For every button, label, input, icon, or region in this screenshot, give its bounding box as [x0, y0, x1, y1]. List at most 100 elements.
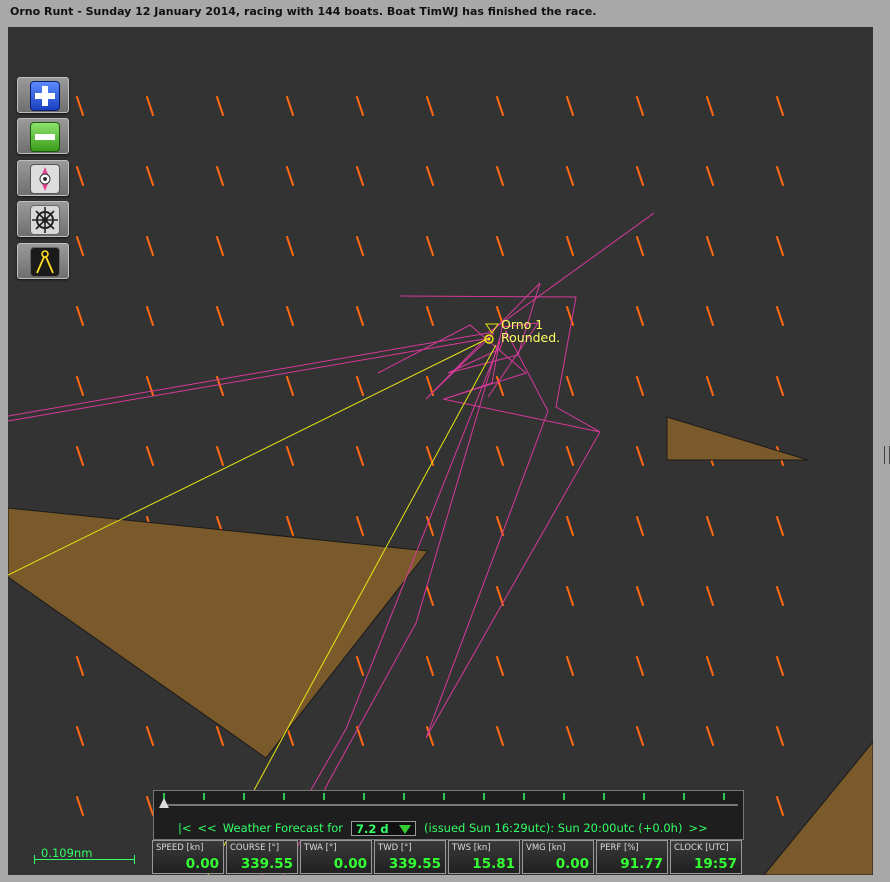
- stat-value: 0.00: [555, 856, 589, 872]
- divider-compass-icon: [30, 247, 60, 277]
- wind-arrow: [566, 586, 574, 606]
- wind-arrow: [216, 446, 224, 466]
- timeline-slider-handle[interactable]: [159, 798, 169, 808]
- wind-arrow: [76, 166, 84, 186]
- wind-arrow: [146, 726, 154, 746]
- wind-arrow: [776, 726, 784, 746]
- stat-value: 91.77: [620, 856, 663, 872]
- wind-arrow: [706, 236, 714, 256]
- forecast-panel: |< << Weather Forecast for 7.2 d (issued…: [153, 790, 744, 840]
- stat-label: TWD [°]: [378, 843, 412, 853]
- plus-icon: [30, 81, 60, 111]
- wind-arrow: [636, 306, 644, 326]
- wind-arrow: [426, 306, 434, 326]
- wind-arrow: [706, 516, 714, 536]
- forecast-prev-button[interactable]: <<: [198, 821, 217, 835]
- wind-arrow: [776, 376, 784, 396]
- forecast-select-value: 7.2 d: [356, 821, 389, 836]
- panel-resize-handle[interactable]: [884, 446, 890, 464]
- wind-arrow: [496, 516, 504, 536]
- stat-label: PERF [%]: [600, 843, 639, 853]
- wind-arrow: [496, 446, 504, 466]
- stat-tws: TWS [kn] 15.81: [448, 840, 520, 874]
- zoom-in-button[interactable]: [17, 77, 69, 113]
- zoom-out-button[interactable]: [17, 118, 69, 154]
- wind-arrow: [496, 726, 504, 746]
- wind-arrow: [776, 516, 784, 536]
- wind-arrow: [146, 96, 154, 116]
- wind-arrow: [356, 236, 364, 256]
- wind-arrow: [216, 726, 224, 746]
- wind-arrow: [286, 166, 294, 186]
- measure-button[interactable]: [17, 243, 69, 279]
- wind-arrow: [216, 306, 224, 326]
- wind-arrow: [216, 236, 224, 256]
- stat-label: TWS [kn]: [452, 843, 491, 853]
- wind-arrow: [356, 306, 364, 326]
- forecast-select[interactable]: 7.2 d: [351, 820, 417, 836]
- timeline-track[interactable]: [162, 804, 738, 806]
- wind-arrow: [776, 796, 784, 816]
- wind-arrow: [146, 236, 154, 256]
- wind-arrow: [356, 656, 364, 676]
- wind-arrow: [636, 586, 644, 606]
- wind-arrow: [146, 166, 154, 186]
- wind-arrow: [76, 796, 84, 816]
- wind-arrow: [76, 236, 84, 256]
- stat-label: VMG [kn]: [526, 843, 566, 853]
- mark-status-label: Rounded.: [501, 330, 561, 345]
- wind-arrow: [286, 516, 294, 536]
- stat-value: 339.55: [388, 856, 441, 872]
- wind-arrow: [636, 726, 644, 746]
- wind-arrow: [566, 446, 574, 466]
- wind-arrow: [426, 166, 434, 186]
- wind-arrow: [496, 166, 504, 186]
- wind-arrow: [636, 376, 644, 396]
- wind-arrow: [146, 306, 154, 326]
- center-boat-button[interactable]: [17, 160, 69, 196]
- wind-arrow: [566, 376, 574, 396]
- wind-arrow: [76, 376, 84, 396]
- stat-clock: CLOCK [UTC] 19:57: [670, 840, 742, 874]
- wind-arrow: [706, 166, 714, 186]
- land-island: [666, 416, 809, 461]
- wind-arrow: [216, 166, 224, 186]
- wind-arrow: [76, 656, 84, 676]
- stat-label: CLOCK [UTC]: [674, 843, 729, 853]
- timeline-ticks: [163, 793, 725, 800]
- stat-twd: TWD [°] 339.55: [374, 840, 446, 874]
- map-canvas[interactable]: Orno 1 Rounded. 0.109nm |< << Weather Fo…: [8, 27, 873, 875]
- wind-arrow: [636, 656, 644, 676]
- stat-value: 0.00: [185, 856, 219, 872]
- wind-arrow: [706, 96, 714, 116]
- wind-arrow: [216, 96, 224, 116]
- wind-arrow: [566, 166, 574, 186]
- stat-label: SPEED [kn]: [156, 843, 204, 853]
- helm-button[interactable]: [17, 201, 69, 237]
- wind-arrow: [426, 656, 434, 676]
- wind-arrow: [426, 236, 434, 256]
- stat-label: COURSE [°]: [230, 843, 280, 853]
- forecast-next-button[interactable]: >>: [688, 821, 707, 835]
- dropdown-arrow-icon: [399, 824, 412, 834]
- stat-value: 19:57: [694, 856, 737, 872]
- wind-arrow: [776, 166, 784, 186]
- wind-arrow: [706, 376, 714, 396]
- wind-arrow: [566, 656, 574, 676]
- stat-value: 339.55: [240, 856, 293, 872]
- window-title: Orno Runt - Sunday 12 January 2014, raci…: [10, 5, 597, 18]
- forecast-first-button[interactable]: |<: [178, 821, 192, 835]
- wind-arrow: [566, 726, 574, 746]
- wind-arrow: [356, 726, 364, 746]
- ship-wheel-icon: [30, 205, 60, 235]
- wind-arrow: [426, 516, 434, 536]
- wind-arrow: [636, 236, 644, 256]
- wind-arrow: [496, 586, 504, 606]
- wind-arrow: [146, 446, 154, 466]
- wind-arrow: [776, 96, 784, 116]
- wind-arrow: [566, 236, 574, 256]
- wind-arrow: [636, 446, 644, 466]
- wind-arrow: [426, 586, 434, 606]
- stat-perf: PERF [%] 91.77: [596, 840, 668, 874]
- forecast-issued-text: (issued Sun 16:29utc): Sun 20:00utc (+0.…: [424, 821, 683, 835]
